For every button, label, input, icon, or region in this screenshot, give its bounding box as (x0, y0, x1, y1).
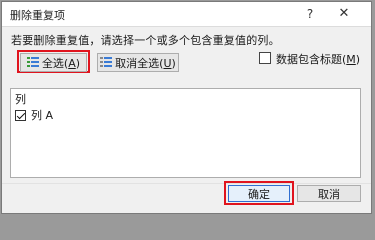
deselect-all-label: 取消全选(U) (115, 56, 176, 70)
list-uncheck-icon (100, 57, 113, 68)
remove-duplicates-dialog: 删除重复项 ? ✕ 若要删除重复值，请选择一个或多个包含重复值的列。 全选(A)… (1, 1, 372, 214)
checkmark-icon[interactable] (15, 109, 26, 121)
help-icon[interactable]: ? (302, 6, 318, 22)
list-item[interactable]: 列 A (15, 107, 53, 123)
cancel-label: 取消 (318, 187, 340, 201)
close-icon[interactable]: ✕ (336, 6, 352, 22)
list-item-label: 列 A (31, 109, 54, 122)
list-check-icon (26, 57, 39, 68)
ok-label: 确定 (248, 187, 270, 201)
cancel-button[interactable]: 取消 (297, 185, 361, 202)
dialog-title: 删除重复项 (10, 9, 65, 22)
my-data-has-headers-label: 数据包含标题(M) (276, 53, 361, 66)
select-all-button[interactable]: 全选(A) (20, 53, 87, 72)
ok-button[interactable]: 确定 (228, 185, 290, 202)
footer-divider (2, 183, 371, 184)
deselect-all-button[interactable]: 取消全选(U) (97, 53, 179, 72)
select-all-label: 全选(A) (41, 56, 81, 70)
columns-list-header: 列 (15, 93, 26, 106)
instruction-text: 若要删除重复值，请选择一个或多个包含重复值的列。 (11, 34, 280, 47)
my-data-has-headers-checkbox[interactable] (259, 52, 271, 64)
title-bar: 删除重复项 ? ✕ (2, 2, 371, 27)
columns-list[interactable]: 列 列 A (10, 88, 361, 178)
